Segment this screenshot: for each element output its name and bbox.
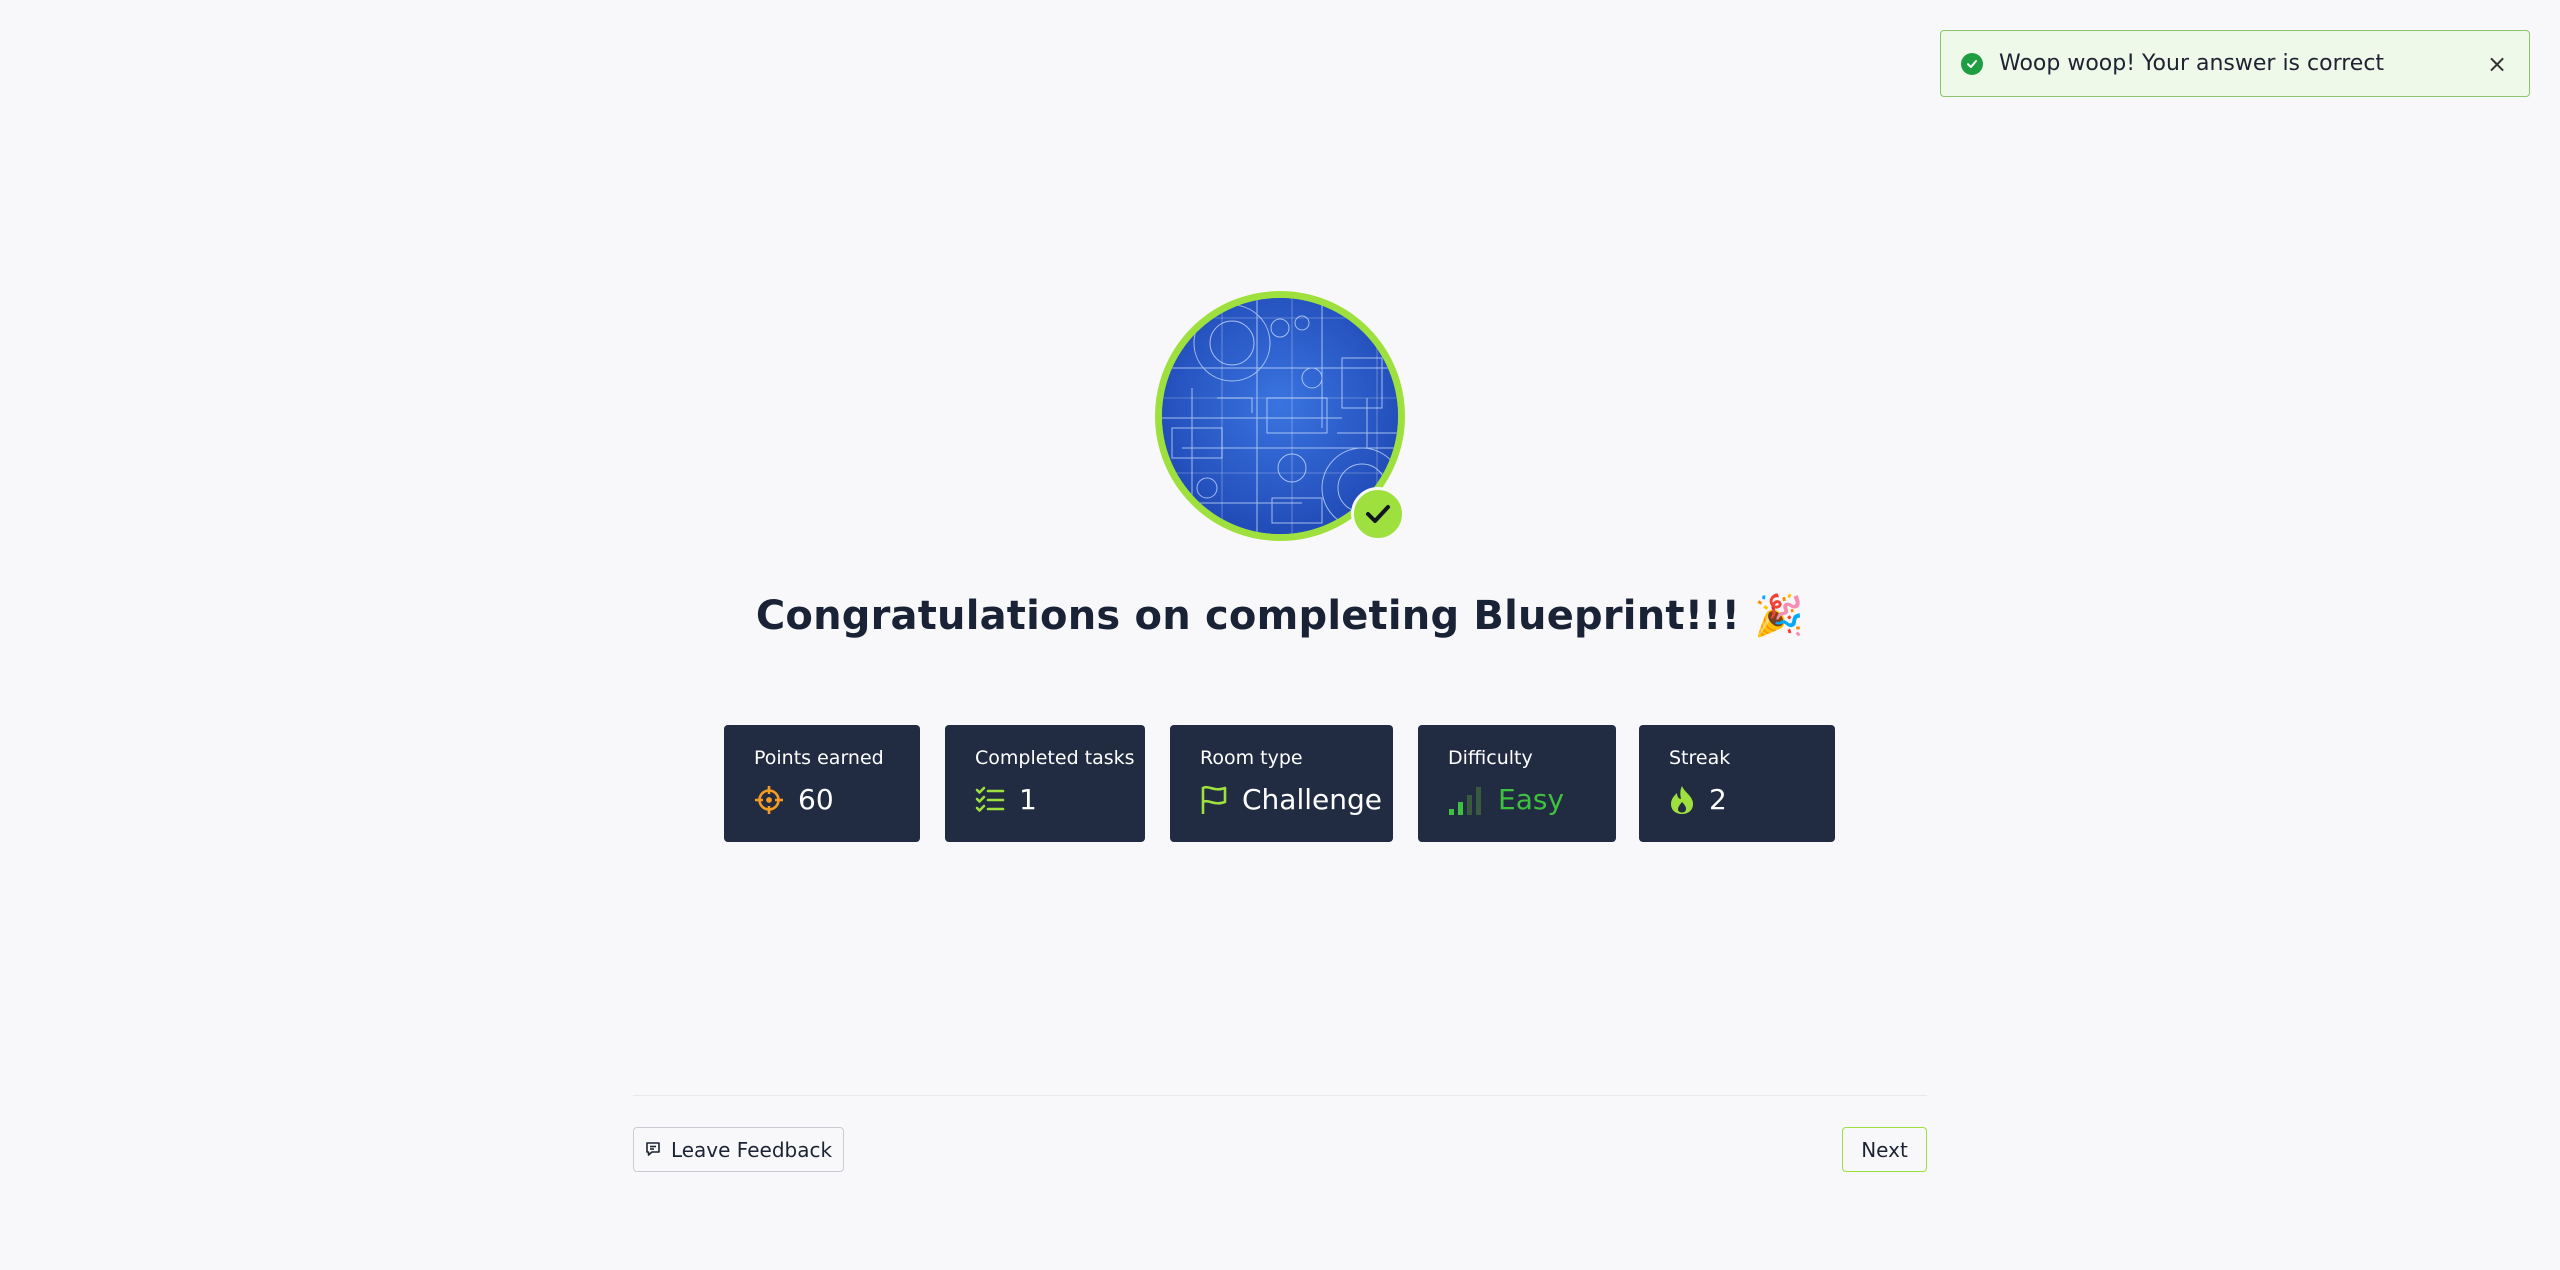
points-earned-card: Points earned 60 <box>724 725 920 842</box>
stat-value: 1 <box>1019 783 1037 816</box>
check-icon <box>1351 487 1405 541</box>
close-icon[interactable]: × <box>2485 52 2509 76</box>
room-type-card: Room type Challenge <box>1170 725 1393 842</box>
stat-value: 2 <box>1709 783 1727 816</box>
stat-label: Difficulty <box>1448 747 1533 769</box>
stat-value: 60 <box>798 783 834 816</box>
stat-value: Easy <box>1498 783 1565 816</box>
congratulations-heading: Congratulations on completing Blueprint!… <box>755 593 1805 639</box>
signal-bars-icon <box>1448 785 1484 815</box>
toast-message: Woop woop! Your answer is correct <box>1999 51 2385 76</box>
crosshair-icon <box>754 785 784 815</box>
stat-label: Points earned <box>754 747 884 769</box>
streak-card: Streak 2 <box>1639 725 1835 842</box>
success-toast: Woop woop! Your answer is correct × <box>1940 30 2530 97</box>
difficulty-card: Difficulty Easy <box>1418 725 1616 842</box>
completed-tasks-card: Completed tasks 1 <box>945 725 1145 842</box>
comment-icon <box>645 1138 661 1162</box>
next-button[interactable]: Next <box>1842 1127 1927 1172</box>
check-circle-icon <box>1961 52 1983 75</box>
stat-value: Challenge <box>1242 783 1382 816</box>
stat-label: Room type <box>1200 747 1303 769</box>
leave-feedback-button[interactable]: Leave Feedback <box>633 1127 844 1172</box>
flag-icon <box>1200 785 1228 815</box>
stat-label: Streak <box>1669 747 1731 769</box>
flame-icon <box>1669 785 1695 815</box>
task-list-icon <box>975 786 1005 814</box>
stat-label: Completed tasks <box>975 747 1135 769</box>
footer-divider <box>633 1095 1927 1096</box>
leave-feedback-label: Leave Feedback <box>670 1137 833 1162</box>
